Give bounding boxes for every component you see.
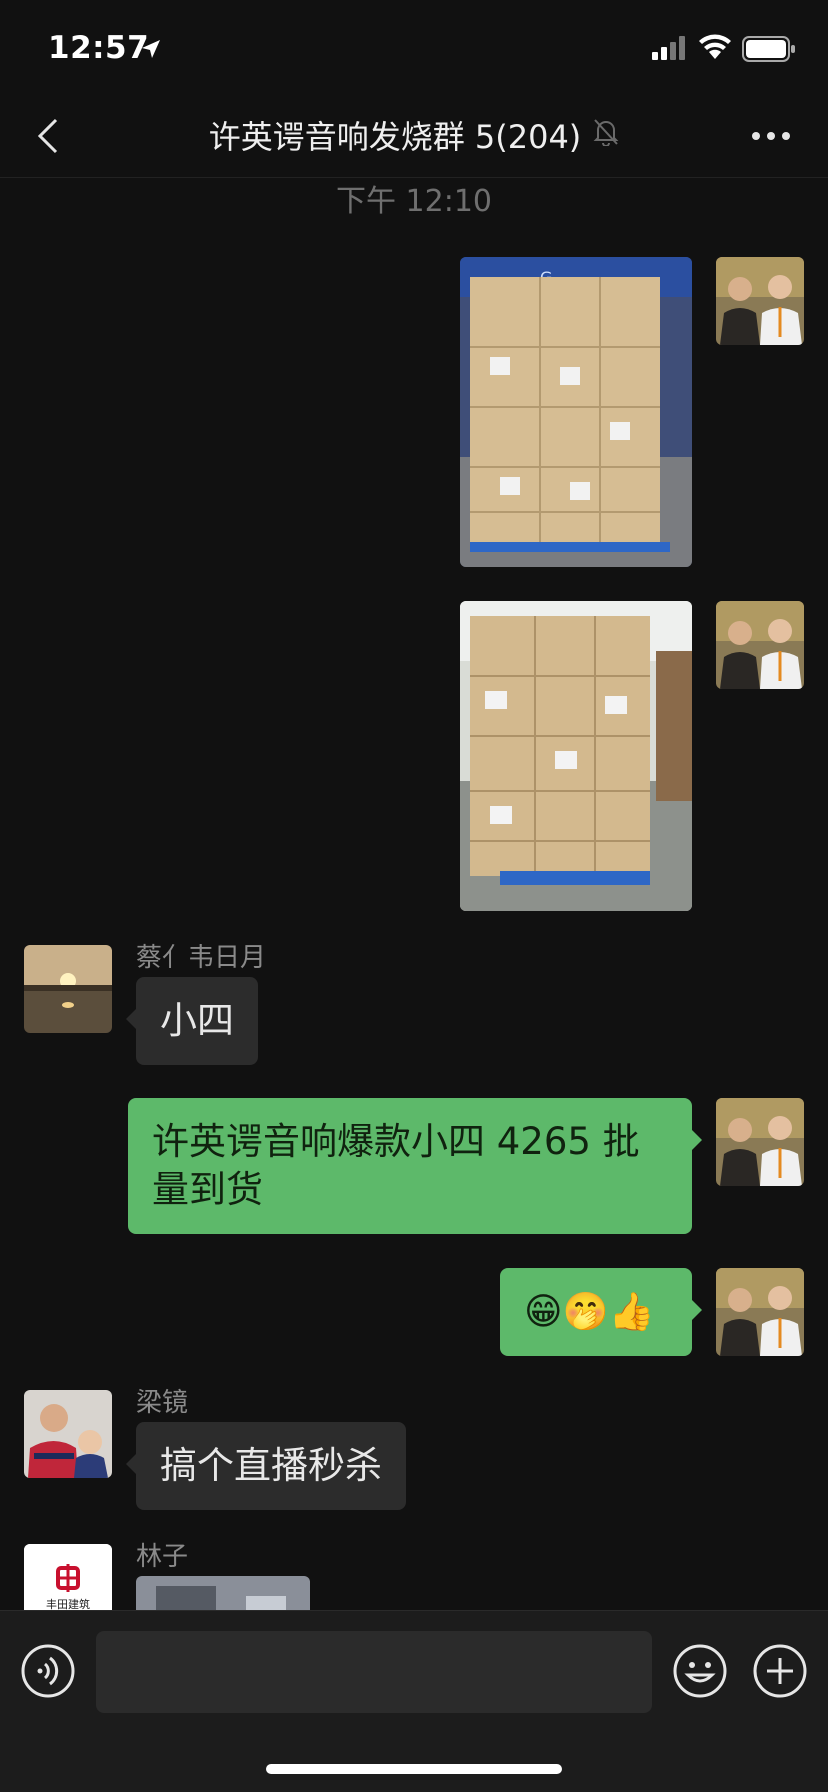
plus-icon [753, 1644, 807, 1698]
image-message[interactable]: G [460, 257, 692, 567]
sender-name: 林子 [136, 1542, 189, 1572]
emoji-button[interactable] [672, 1643, 728, 1699]
message-text: 许英谔音响爆款小四 4265 批量到货 [152, 1120, 640, 1211]
battery-icon [742, 36, 796, 66]
location-arrow-icon [140, 38, 162, 64]
chat-header: 许英谔音响发烧群 5(204) [0, 96, 828, 178]
chat-title: 许英谔音响发烧群 5(204) [0, 112, 828, 158]
message-text: 搞个直播秒杀 [160, 1444, 382, 1487]
message-input[interactable] [96, 1631, 652, 1713]
logo-text: 丰田建筑 [46, 1597, 90, 1610]
status-time: 12:57 [48, 30, 150, 66]
voice-button[interactable] [20, 1643, 76, 1699]
message-list[interactable]: 下午 12:10 G [0, 178, 828, 1610]
sender-avatar[interactable] [24, 945, 112, 1033]
my-avatar[interactable] [716, 1098, 804, 1186]
message-bubble[interactable]: 许英谔音响爆款小四 4265 批量到货 [128, 1098, 702, 1234]
message-bubble[interactable]: 😁🤭👍 [500, 1268, 702, 1356]
signal-icon [652, 36, 688, 64]
message-bubble[interactable]: 小四 [126, 977, 258, 1065]
my-avatar[interactable] [716, 1268, 804, 1356]
my-avatar[interactable] [716, 601, 804, 689]
my-avatar[interactable] [716, 257, 804, 345]
message-text: 小四 [160, 999, 234, 1042]
more-dots-icon [752, 132, 790, 140]
sender-avatar[interactable]: 丰田建筑 [24, 1544, 112, 1610]
sender-name: 梁镜 [136, 1388, 189, 1418]
status-bar: 12:57 [0, 0, 828, 96]
message-timestamp: 下午 12:10 [336, 184, 492, 219]
emoji-icon [673, 1644, 727, 1698]
sender-name: 蔡亻韦日月 [136, 943, 267, 973]
image-message[interactable] [136, 1576, 310, 1610]
more-button[interactable] [746, 116, 796, 156]
message-bubble[interactable]: 搞个直播秒杀 [126, 1422, 406, 1510]
wifi-icon [698, 34, 732, 64]
voice-icon [21, 1644, 75, 1698]
image-message[interactable] [460, 601, 692, 911]
home-indicator[interactable] [266, 1764, 562, 1774]
more-functions-button[interactable] [752, 1643, 808, 1699]
sender-avatar[interactable] [24, 1390, 112, 1478]
chat-title-text: 许英谔音响发烧群 5(204) [208, 118, 582, 156]
emoji-message-text: 😁🤭👍 [524, 1290, 655, 1333]
bell-off-icon [593, 116, 619, 154]
